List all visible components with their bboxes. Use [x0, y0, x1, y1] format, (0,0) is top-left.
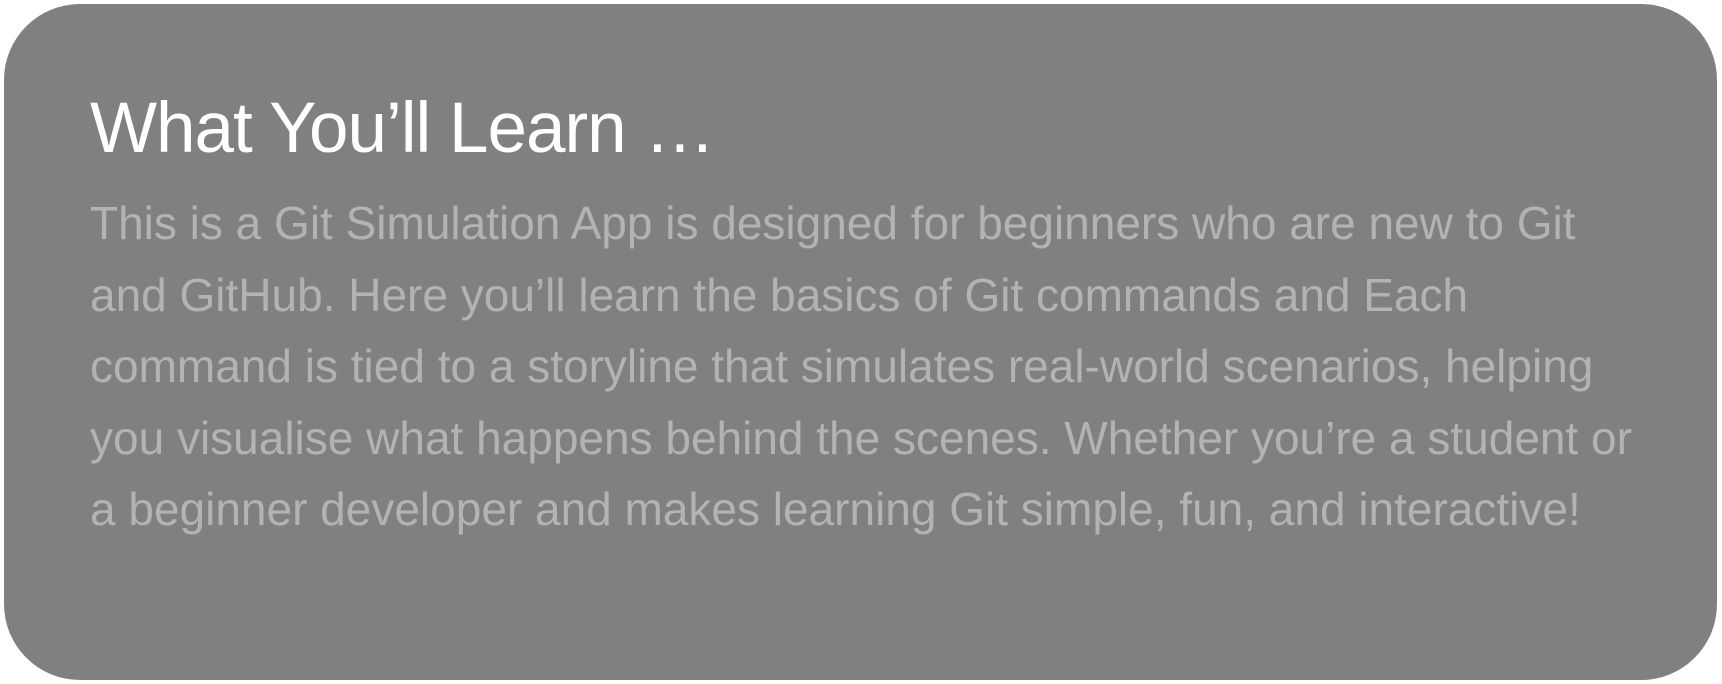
card-description: This is a Git Simulation App is designed…: [90, 197, 1632, 535]
info-card: What You’ll Learn … This is a Git Simula…: [4, 4, 1717, 680]
card-title: What You’ll Learn …: [90, 89, 715, 168]
